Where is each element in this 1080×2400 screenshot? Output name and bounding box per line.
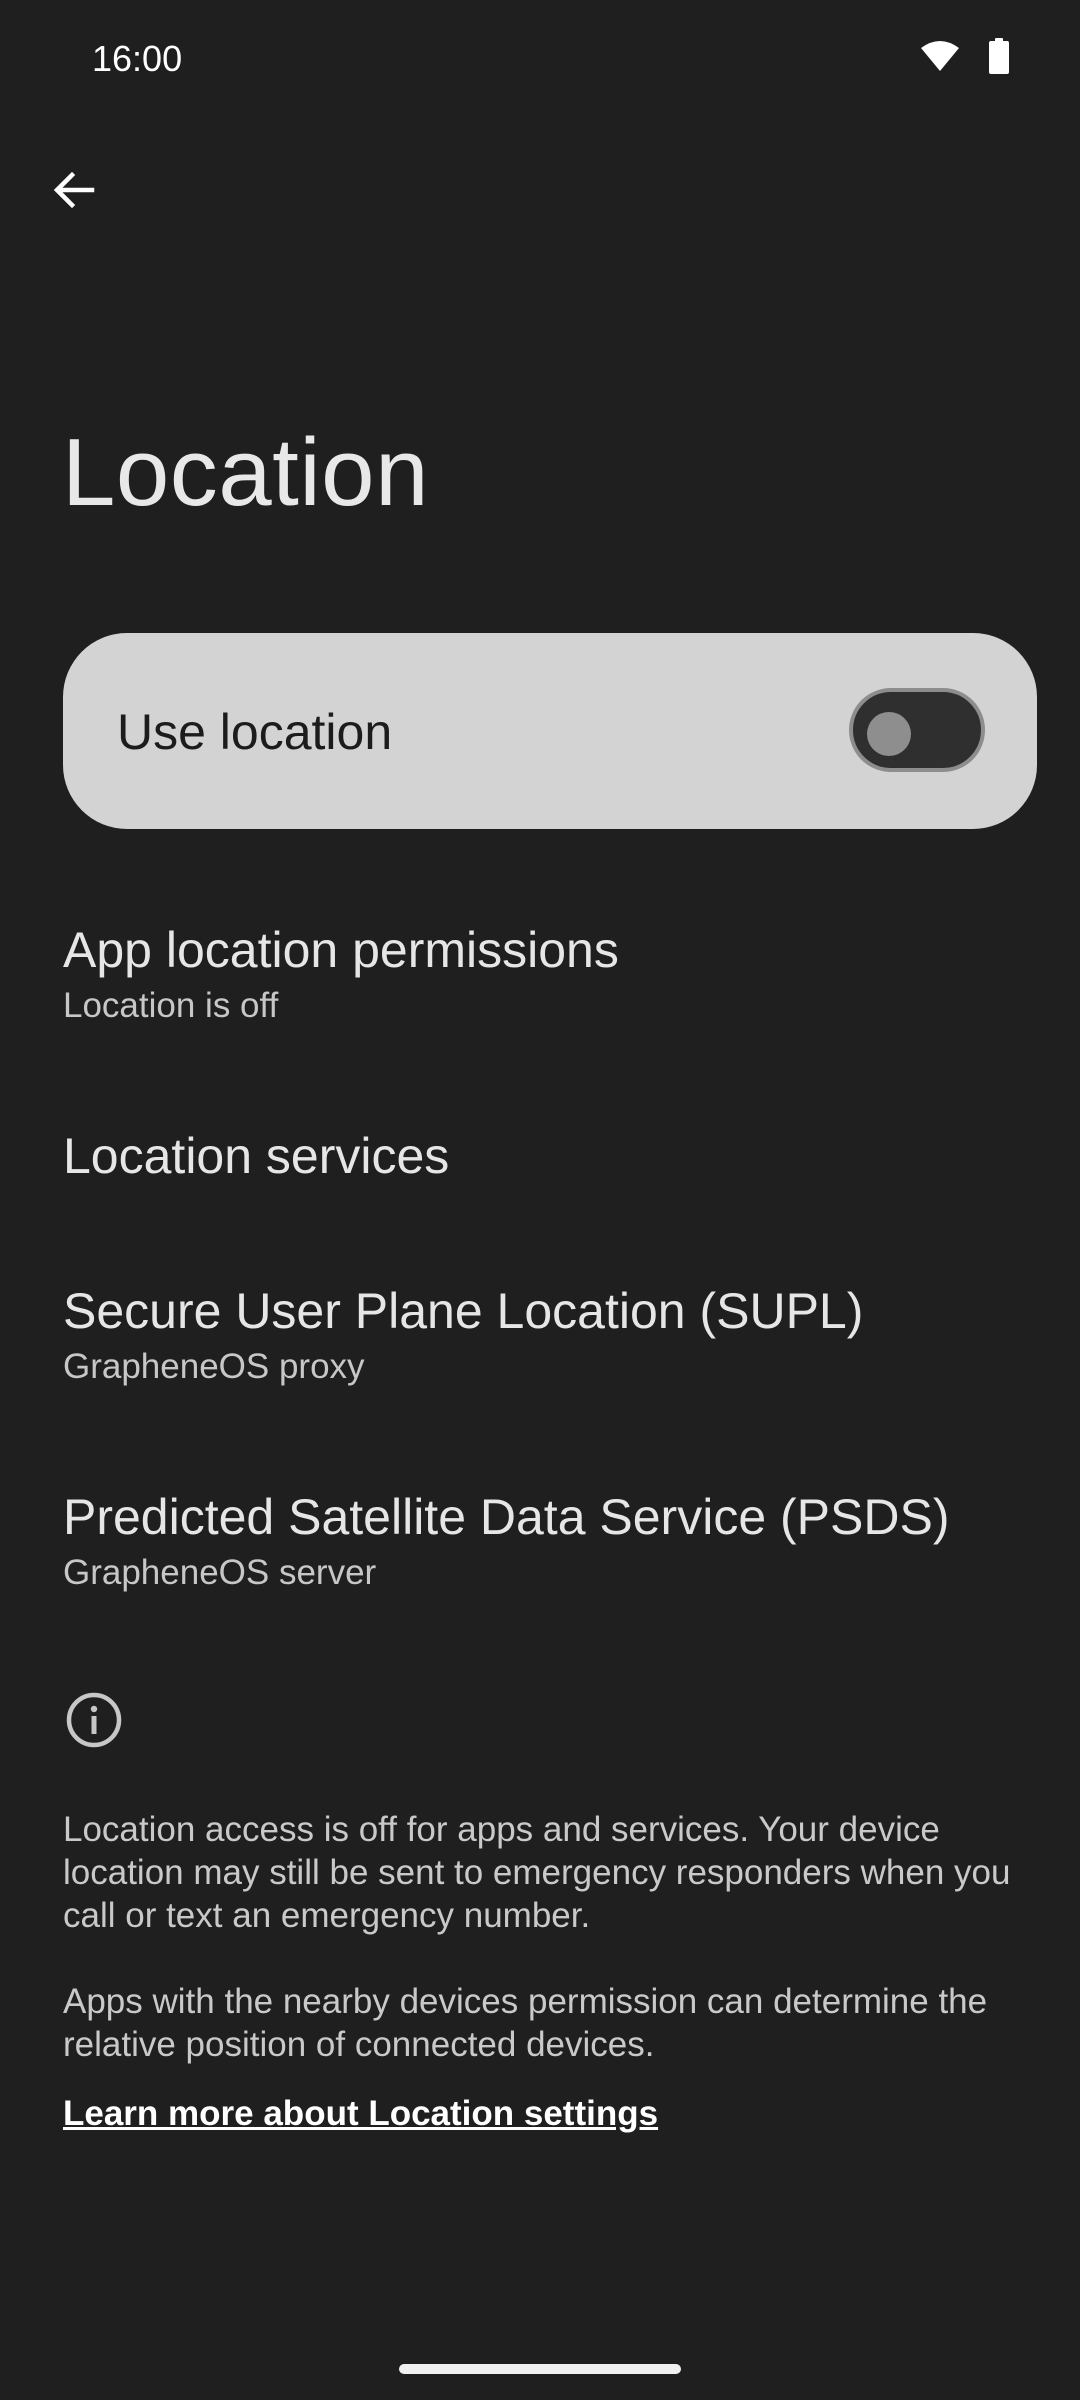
location-settings-screen: 16:00 Location Use location App location… [0,0,1080,2400]
location-services-item[interactable]: Location services [63,1126,449,1186]
use-location-switch-bar[interactable]: Use location [63,633,1037,829]
use-location-toggle[interactable] [849,688,985,772]
arrow-back-icon [50,166,98,219]
pref-title: Secure User Plane Location (SUPL) [63,1283,864,1339]
app-location-permissions-item[interactable]: App location permissions Location is off [63,920,619,1030]
gesture-nav-handle[interactable] [399,2364,681,2374]
supl-item[interactable]: Secure User Plane Location (SUPL) Graphe… [63,1281,863,1391]
wifi-icon [920,40,960,72]
pref-title: App location permissions [63,922,619,978]
pref-title: Location services [63,1128,450,1184]
footer-paragraph-1: Location access is off for apps and serv… [63,1810,1011,1935]
status-time: 16:00 [92,38,183,79]
pref-summary: Location is off [63,986,279,1025]
info-icon [64,1690,124,1750]
toggle-thumb [867,712,911,756]
page-title: Location [62,419,429,526]
use-location-label: Use location [117,704,393,760]
pref-title: Predicted Satellite Data Service (PSDS) [63,1489,950,1545]
pref-summary: GrapheneOS server [63,1553,377,1592]
learn-more-link[interactable]: Learn more about Location settings [63,2094,658,2134]
status-icons [920,38,1010,74]
psds-item[interactable]: Predicted Satellite Data Service (PSDS) … [63,1487,949,1597]
footer-paragraph-2: Apps with the nearby devices permission … [63,1982,988,2064]
back-button[interactable] [42,160,106,224]
pref-summary: GrapheneOS proxy [63,1347,365,1386]
battery-icon [988,38,1010,74]
